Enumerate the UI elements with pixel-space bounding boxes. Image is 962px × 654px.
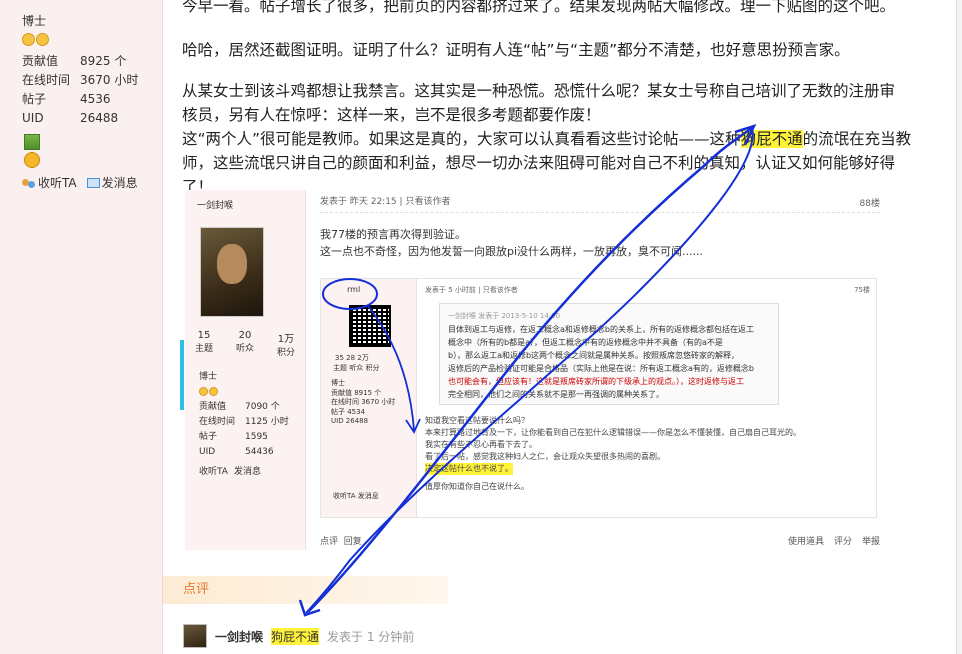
smiley-icon xyxy=(199,387,208,396)
screenshot-post-footer: 点评 回复 使用道具 评分 举报 xyxy=(320,537,880,547)
screenshot-user-panel: 一剑封喉 15 主题 20 听众 1万 积分 博士 贡献值 7090 个 在线时间 112… xyxy=(185,190,306,550)
send-message-button[interactable]: 发消息 xyxy=(86,174,138,191)
follow-button[interactable]: 收听TA xyxy=(22,174,77,191)
screenshot-post-message: 我77楼的预言再次得到验证。 这一点也不奇怪，因为他发誓一向跟放pi没什么两样，… xyxy=(320,228,704,258)
nested-screenshot: rml 35 28 2万 主题 听众 积分 博士 贡献值 8915 个 在线时间… xyxy=(320,278,877,518)
screenshot-post-header: 发表于 昨天 22:15 | 只看该作者 88楼 xyxy=(320,194,880,213)
user-title: 博士 xyxy=(22,14,47,28)
smiley-icon xyxy=(22,33,35,46)
stat-posts: 帖子 4536 xyxy=(22,92,111,106)
screenshot-user-stats: 15 主题 20 听众 1万 积分 xyxy=(195,330,295,358)
comment-time: 发表于 1 分钟前 xyxy=(327,629,415,644)
qr-code-icon xyxy=(349,305,391,347)
stat-contribution: 贡献值 8925 个 xyxy=(22,54,127,68)
screenshot-actions: 收听TA 发消息 xyxy=(199,467,261,477)
post-paragraph-4b: 师，这些流氓只讲自己的颜面和利益，想尽一切办法来阻碍可能对自己不利的真知，认证又… xyxy=(182,154,896,172)
smiley-icon xyxy=(209,387,218,396)
users-icon xyxy=(22,177,36,189)
post-paragraph-2: 哈哈，居然还截图证明。证明了什么？证明有人连“帖”与“主题”都分不清楚，也好意思… xyxy=(182,41,850,59)
stat-uid: UID 26488 xyxy=(22,111,119,125)
nested-quote: 一剑封喉 发表于 2013-5-10 14:00 目体到返工与返修，在返工概念a… xyxy=(439,303,779,405)
page-scrollbar[interactable] xyxy=(956,0,962,654)
rank-icons xyxy=(22,33,162,46)
nested-username: rml xyxy=(347,285,361,294)
mail-icon xyxy=(86,177,100,188)
nested-user-info: 博士 贡献值 8915 个 在线时间 3670 小时 帖子 4534 UID 2… xyxy=(331,379,396,425)
comment-text: 狗屁不通 xyxy=(271,627,320,645)
avatar[interactable] xyxy=(183,624,207,648)
screenshot-user-info: 博士 贡献值 7090 个 在线时间 1125 小时 帖子 1595 UID 54436 xyxy=(199,372,289,457)
screenshot-username: 一剑封喉 xyxy=(197,201,234,211)
nested-user-panel: rml 35 28 2万 主题 听众 积分 博士 贡献值 8915 个 在线时间… xyxy=(321,279,417,517)
nested-post-text: 知道我空看这帖要说什么吗？ 本来打算路过地背及一下，让你能看到自己在犯什么逻辑错… xyxy=(425,416,801,491)
medal-icon[interactable] xyxy=(24,134,40,168)
highlighted-phrase: 狗屁不通 xyxy=(740,130,803,148)
stat-online: 在线时间 3670 小时 xyxy=(22,73,139,87)
review-comment: 一剑封喉 狗屁不通 发表于 1 分钟前 xyxy=(183,624,414,648)
comment-username[interactable]: 一剑封喉 xyxy=(215,628,263,645)
post-paragraph-4a: 这“两个人”很可能是教师。如果这是真的，大家可以认真看看这些讨论帖——这种狗屁不… xyxy=(182,130,912,148)
embedded-screenshot: 一剑封喉 15 主题 20 听众 1万 积分 博士 贡献值 7090 个 在线时间 112… xyxy=(180,190,885,552)
post-paragraph-3b: 核员，另有人在惊呼：这样一来，岂不是很多考题都要作废！ xyxy=(182,106,601,124)
post-paragraph-3a: 从某女士到该斗鸡都想让我禁言。这其实是一种恐慌。恐慌什么呢？某女士号称自己培训了… xyxy=(182,82,896,100)
nested-post-header: 发表于 5 小时前 | 只看该作者 xyxy=(425,286,518,294)
post-line-1: 今早一看。帖子增长了很多，把前页的内容都挤过来了。结果发现两帖大幅修改。理一下贴… xyxy=(182,0,896,15)
scroll-indicator xyxy=(180,340,184,410)
avatar xyxy=(200,227,264,317)
user-sidebar: 博士 贡献值 8925 个 在线时间 3670 小时 帖子 4536 UID 26488… xyxy=(0,0,163,654)
smiley-icon xyxy=(36,33,49,46)
review-section-header: 点评 xyxy=(163,576,448,604)
